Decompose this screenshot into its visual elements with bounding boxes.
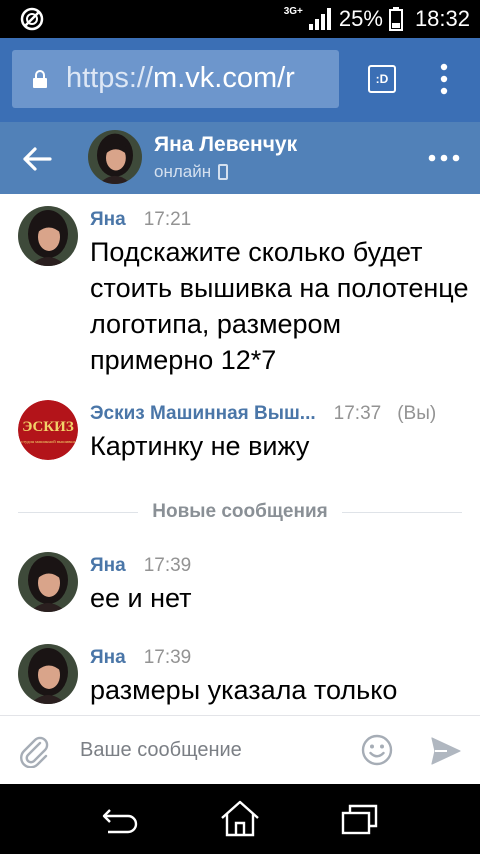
message-text: Картинку не вижу	[90, 431, 310, 461]
lock-icon	[33, 70, 47, 88]
svg-text:ЭСКИЗ: ЭСКИЗ	[22, 419, 74, 435]
emoji-icon[interactable]	[361, 734, 393, 766]
avatar-photo	[18, 206, 78, 266]
network-type-label: 3G+	[283, 5, 303, 17]
message-author[interactable]: Яна	[90, 647, 126, 669]
send-icon[interactable]	[430, 736, 462, 766]
chat-header: Яна Левенчук онлайн	[0, 122, 480, 194]
new-messages-label: Новые сообщения	[138, 501, 342, 522]
battery-percent: 25%	[338, 6, 383, 31]
android-navigation-bar	[0, 784, 480, 854]
message-meta: Яна 17:39	[90, 555, 191, 577]
message-time: 17:39	[143, 647, 192, 668]
svg-text:студия машинной вышивки: студия машинной вышивки	[21, 439, 75, 444]
more-options-icon[interactable]	[428, 154, 460, 162]
message-time: 17:39	[143, 555, 192, 576]
message-meta: Яна 17:39	[90, 647, 191, 669]
url-scheme: https://	[66, 62, 154, 94]
sender-avatar[interactable]	[18, 206, 78, 266]
tab-switcher-button[interactable]: :D	[368, 65, 396, 93]
paperclip-icon[interactable]	[18, 734, 50, 768]
eskiz-logo-avatar: ЭСКИЗ студия машинной вышивки	[18, 400, 78, 460]
contact-status: онлайн	[154, 162, 229, 182]
message-list[interactable]: Яна 17:21 Подскажите сколько будет стоит…	[0, 194, 480, 715]
avatar-photo	[88, 130, 142, 184]
own-message-label: (Вы)	[397, 403, 437, 424]
message-time: 17:37	[333, 403, 382, 424]
browser-toolbar: https://m.vk.com/r :D	[0, 38, 480, 122]
url-text: https://m.vk.com/r	[66, 62, 295, 95]
message-time: 17:21	[143, 209, 192, 230]
battery-icon	[388, 7, 403, 31]
nav-home-icon[interactable]	[219, 799, 261, 837]
sender-avatar[interactable]	[18, 552, 78, 612]
browser-menu-icon[interactable]	[432, 62, 456, 96]
avatar-photo	[18, 552, 78, 612]
message-meta: Яна 17:21	[90, 209, 191, 231]
address-bar[interactable]: https://m.vk.com/r	[12, 50, 339, 108]
message-input[interactable]	[68, 733, 348, 767]
avatar-photo	[18, 644, 78, 704]
message-text: Подскажите сколько будет стоить вышивка …	[90, 237, 469, 375]
message-author[interactable]: Яна	[90, 555, 126, 577]
contact-name: Яна Левенчук	[154, 133, 298, 156]
nav-back-icon[interactable]	[100, 806, 140, 834]
status-bar: 3G+ 25% 18:32	[0, 0, 480, 38]
contact-avatar[interactable]	[88, 130, 142, 184]
back-arrow-icon[interactable]	[22, 144, 52, 174]
message-text: размеры указала только	[90, 675, 398, 705]
message-author[interactable]: Эскиз Машинная Выш...	[90, 403, 316, 425]
message-text: ее и нет	[90, 583, 192, 613]
clock: 18:32	[414, 6, 470, 31]
tab-switcher-label: :D	[375, 72, 389, 86]
online-status-label: онлайн	[154, 162, 212, 181]
sender-avatar[interactable]: ЭСКИЗ студия машинной вышивки	[18, 400, 78, 460]
nav-recent-apps-icon[interactable]	[340, 802, 380, 836]
url-host: m.vk.com/r	[153, 62, 295, 94]
message-author[interactable]: Яна	[90, 209, 126, 231]
sender-avatar[interactable]	[18, 644, 78, 704]
message-composer	[0, 715, 480, 784]
mobile-phone-icon	[218, 164, 229, 180]
message-meta: Эскиз Машинная Выш... 17:37 (Вы)	[90, 403, 436, 425]
new-messages-divider: Новые сообщения	[18, 501, 462, 525]
blocked-notification-icon	[20, 7, 44, 31]
signal-strength-icon	[308, 8, 331, 30]
